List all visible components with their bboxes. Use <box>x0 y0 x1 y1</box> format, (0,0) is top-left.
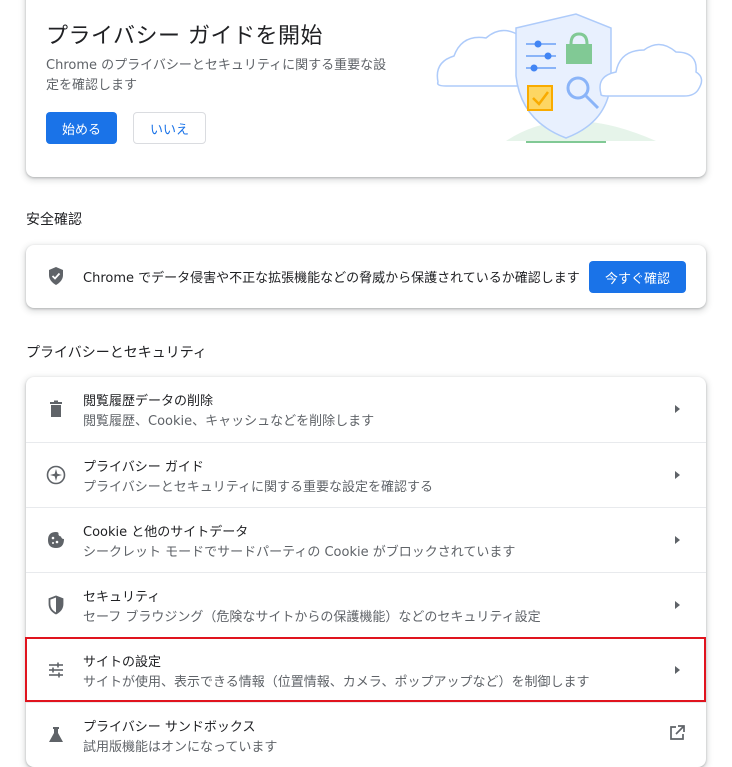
list-item-title: プライバシー ガイド <box>83 460 204 475</box>
shield-check-icon <box>49 267 63 285</box>
chevron-right-icon <box>675 666 680 674</box>
list-item-privacy-sandbox[interactable]: プライバシー サンドボックス 試用版機能はオンになっています <box>26 702 706 767</box>
list-item-title: サイトの設定 <box>83 655 162 670</box>
list-item-title: 閲覧履歴データの削除 <box>83 394 214 409</box>
compass-icon <box>46 465 66 485</box>
privacy-security-heading: プライバシーとセキュリティ <box>26 345 207 361</box>
open-in-new-icon <box>670 725 685 740</box>
sliders-icon <box>49 662 63 678</box>
promo-title: プライバシー ガイドを開始 <box>46 24 324 49</box>
start-button[interactable]: 始める <box>46 112 117 144</box>
check-now-button[interactable]: 今すぐ確認 <box>589 261 686 293</box>
safety-check-description: Chrome でデータ侵害や不正な拡張機能などの脅威から保護されているか確認しま… <box>83 271 580 286</box>
privacy-guide-promo-card: プライバシー ガイドを開始 Chrome のプライバシーとセキュリティに関する重… <box>26 0 706 177</box>
safety-check-card: Chrome でデータ侵害や不正な拡張機能などの脅威から保護されているか確認しま… <box>26 245 706 308</box>
promo-description: Chrome のプライバシーとセキュリティに関する重要な設定を確認します <box>46 58 387 93</box>
list-item-title: Cookie と他のサイトデータ <box>83 525 249 540</box>
shield-icon <box>48 595 64 615</box>
list-item-title: プライバシー サンドボックス <box>83 720 256 735</box>
list-item-security[interactable]: セキュリティ セーフ ブラウジング（危険なサイトからの保護機能）などのセキュリテ… <box>26 572 706 637</box>
list-item-cookies[interactable]: Cookie と他のサイトデータ シークレット モードでサードパーティの Coo… <box>26 507 706 572</box>
chevron-right-icon <box>675 536 680 544</box>
privacy-security-list: 閲覧履歴データの削除 閲覧履歴、Cookie、キャッシュなどを削除します プライ… <box>26 377 706 767</box>
trash-icon <box>50 400 62 417</box>
chevron-right-icon <box>675 601 680 609</box>
list-item-title: セキュリティ <box>83 590 161 605</box>
list-item-site-settings[interactable]: サイトの設定 サイトが使用、表示できる情報（位置情報、カメラ、ポップアップなど）… <box>26 637 706 702</box>
chevron-right-icon <box>675 405 680 413</box>
privacy-guide-illustration <box>436 13 703 143</box>
list-item-subtitle: シークレット モードでサードパーティの Cookie がブロックされています <box>83 545 516 560</box>
list-item-subtitle: プライバシーとセキュリティに関する重要な設定を確認する <box>83 480 433 495</box>
list-item-privacy-guide[interactable]: プライバシー ガイド プライバシーとセキュリティに関する重要な設定を確認する <box>26 442 706 507</box>
chevron-right-icon <box>675 471 680 479</box>
cookie-icon <box>48 532 64 548</box>
list-item-subtitle: セーフ ブラウジング（危険なサイトからの保護機能）などのセキュリティ設定 <box>83 610 541 625</box>
safety-check-heading: 安全確認 <box>26 212 82 228</box>
flask-icon <box>49 727 63 742</box>
list-item-subtitle: サイトが使用、表示できる情報（位置情報、カメラ、ポップアップなど）を制御します <box>83 675 590 690</box>
list-item-clear-browsing-data[interactable]: 閲覧履歴データの削除 閲覧履歴、Cookie、キャッシュなどを削除します <box>26 377 706 442</box>
list-item-subtitle: 試用版機能はオンになっています <box>83 740 278 755</box>
no-thanks-button[interactable]: いいえ <box>133 112 206 144</box>
list-item-subtitle: 閲覧履歴、Cookie、キャッシュなどを削除します <box>83 414 375 429</box>
